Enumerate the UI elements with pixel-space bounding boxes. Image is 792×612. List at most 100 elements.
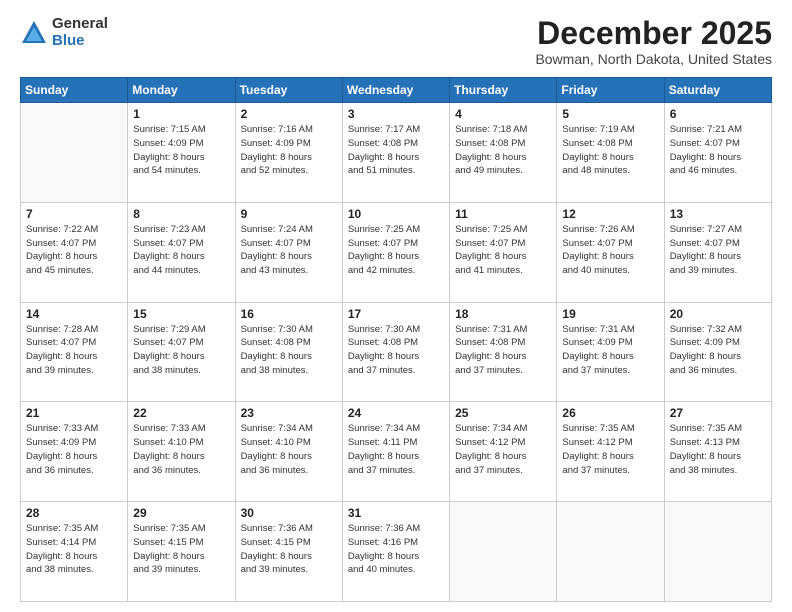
weekday-header-sunday: Sunday: [21, 78, 128, 103]
day-info: Sunrise: 7:36 AM Sunset: 4:15 PM Dayligh…: [241, 522, 337, 577]
day-cell: 7 Sunrise: 7:22 AM Sunset: 4:07 PM Daylig…: [21, 202, 128, 302]
day-cell: 2 Sunrise: 7:16 AM Sunset: 4:09 PM Daylig…: [235, 103, 342, 203]
title-block: December 2025 Bowman, North Dakota, Unit…: [535, 16, 772, 67]
day-cell: 18 Sunrise: 7:31 AM Sunset: 4:08 PM Dayli…: [450, 302, 557, 402]
day-info: Sunrise: 7:31 AM Sunset: 4:09 PM Dayligh…: [562, 323, 658, 378]
weekday-header-tuesday: Tuesday: [235, 78, 342, 103]
day-cell: 16 Sunrise: 7:30 AM Sunset: 4:08 PM Dayli…: [235, 302, 342, 402]
day-cell: [450, 502, 557, 602]
day-number: 21: [26, 406, 122, 420]
day-info: Sunrise: 7:34 AM Sunset: 4:11 PM Dayligh…: [348, 422, 444, 477]
day-cell: 4Sunrise: 7:18 AM Sunset: 4:08 PM Daylig…: [450, 103, 557, 203]
week-row-4: 21 Sunrise: 7:33 AM Sunset: 4:09 PM Dayli…: [21, 402, 772, 502]
day-cell: 11 Sunrise: 7:25 AM Sunset: 4:07 PM Dayli…: [450, 202, 557, 302]
day-number: 3: [348, 107, 444, 121]
day-info: Sunrise: 7:33 AM Sunset: 4:10 PM Dayligh…: [133, 422, 229, 477]
day-cell: 6Sunrise: 7:21 AM Sunset: 4:07 PM Daylig…: [664, 103, 771, 203]
day-number: 9: [241, 207, 337, 221]
day-info: Sunrise: 7:35 AM Sunset: 4:14 PM Dayligh…: [26, 522, 122, 577]
day-cell: 26Sunrise: 7:35 AM Sunset: 4:12 PM Dayli…: [557, 402, 664, 502]
day-info: Sunrise: 7:29 AM Sunset: 4:07 PM Dayligh…: [133, 323, 229, 378]
day-number: 5: [562, 107, 658, 121]
location: Bowman, North Dakota, United States: [535, 51, 772, 67]
day-cell: 31 Sunrise: 7:36 AM Sunset: 4:16 PM Dayli…: [342, 502, 449, 602]
week-row-1: 1 Sunrise: 7:15 AM Sunset: 4:09 PM Daylig…: [21, 103, 772, 203]
day-cell: 9 Sunrise: 7:24 AM Sunset: 4:07 PM Daylig…: [235, 202, 342, 302]
day-info: Sunrise: 7:34 AM Sunset: 4:10 PM Dayligh…: [241, 422, 337, 477]
day-cell: 14 Sunrise: 7:28 AM Sunset: 4:07 PM Dayli…: [21, 302, 128, 402]
day-cell: 12Sunrise: 7:26 AM Sunset: 4:07 PM Dayli…: [557, 202, 664, 302]
day-info: Sunrise: 7:16 AM Sunset: 4:09 PM Dayligh…: [241, 123, 337, 178]
page: General Blue December 2025 Bowman, North…: [0, 0, 792, 612]
day-number: 11: [455, 207, 551, 221]
day-number: 7: [26, 207, 122, 221]
day-info: Sunrise: 7:19 AM Sunset: 4:08 PM Dayligh…: [562, 123, 658, 178]
calendar-table: SundayMondayTuesdayWednesdayThursdayFrid…: [20, 77, 772, 602]
day-info: Sunrise: 7:25 AM Sunset: 4:07 PM Dayligh…: [348, 223, 444, 278]
day-info: Sunrise: 7:25 AM Sunset: 4:07 PM Dayligh…: [455, 223, 551, 278]
day-cell: 5 Sunrise: 7:19 AM Sunset: 4:08 PM Daylig…: [557, 103, 664, 203]
header: General Blue December 2025 Bowman, North…: [20, 16, 772, 67]
day-number: 2: [241, 107, 337, 121]
day-cell: 10 Sunrise: 7:25 AM Sunset: 4:07 PM Dayli…: [342, 202, 449, 302]
week-row-5: 28 Sunrise: 7:35 AM Sunset: 4:14 PM Dayli…: [21, 502, 772, 602]
day-number: 10: [348, 207, 444, 221]
day-number: 29: [133, 506, 229, 520]
day-number: 20: [670, 307, 766, 321]
day-info: Sunrise: 7:33 AM Sunset: 4:09 PM Dayligh…: [26, 422, 122, 477]
day-number: 8: [133, 207, 229, 221]
week-row-3: 14 Sunrise: 7:28 AM Sunset: 4:07 PM Dayli…: [21, 302, 772, 402]
day-number: 1: [133, 107, 229, 121]
day-cell: 21 Sunrise: 7:33 AM Sunset: 4:09 PM Dayli…: [21, 402, 128, 502]
day-cell: 24 Sunrise: 7:34 AM Sunset: 4:11 PM Dayli…: [342, 402, 449, 502]
day-cell: [664, 502, 771, 602]
day-info: Sunrise: 7:28 AM Sunset: 4:07 PM Dayligh…: [26, 323, 122, 378]
day-cell: 19Sunrise: 7:31 AM Sunset: 4:09 PM Dayli…: [557, 302, 664, 402]
day-cell: [21, 103, 128, 203]
day-info: Sunrise: 7:30 AM Sunset: 4:08 PM Dayligh…: [348, 323, 444, 378]
weekday-header-wednesday: Wednesday: [342, 78, 449, 103]
day-cell: [557, 502, 664, 602]
day-info: Sunrise: 7:26 AM Sunset: 4:07 PM Dayligh…: [562, 223, 658, 278]
day-cell: 27Sunrise: 7:35 AM Sunset: 4:13 PM Dayli…: [664, 402, 771, 502]
day-info: Sunrise: 7:24 AM Sunset: 4:07 PM Dayligh…: [241, 223, 337, 278]
day-number: 28: [26, 506, 122, 520]
day-cell: 15 Sunrise: 7:29 AM Sunset: 4:07 PM Dayli…: [128, 302, 235, 402]
day-number: 27: [670, 406, 766, 420]
day-info: Sunrise: 7:18 AM Sunset: 4:08 PM Dayligh…: [455, 123, 551, 178]
logo-general: General: [52, 16, 108, 33]
day-info: Sunrise: 7:17 AM Sunset: 4:08 PM Dayligh…: [348, 123, 444, 178]
weekday-header-saturday: Saturday: [664, 78, 771, 103]
day-info: Sunrise: 7:31 AM Sunset: 4:08 PM Dayligh…: [455, 323, 551, 378]
day-info: Sunrise: 7:36 AM Sunset: 4:16 PM Dayligh…: [348, 522, 444, 577]
day-info: Sunrise: 7:15 AM Sunset: 4:09 PM Dayligh…: [133, 123, 229, 178]
day-number: 25: [455, 406, 551, 420]
logo-text: General Blue: [52, 16, 108, 49]
day-number: 13: [670, 207, 766, 221]
week-row-2: 7 Sunrise: 7:22 AM Sunset: 4:07 PM Daylig…: [21, 202, 772, 302]
day-cell: 30 Sunrise: 7:36 AM Sunset: 4:15 PM Dayli…: [235, 502, 342, 602]
day-number: 16: [241, 307, 337, 321]
day-cell: 23 Sunrise: 7:34 AM Sunset: 4:10 PM Dayli…: [235, 402, 342, 502]
day-number: 31: [348, 506, 444, 520]
day-number: 30: [241, 506, 337, 520]
day-info: Sunrise: 7:27 AM Sunset: 4:07 PM Dayligh…: [670, 223, 766, 278]
logo-icon: [20, 19, 48, 47]
day-cell: 8 Sunrise: 7:23 AM Sunset: 4:07 PM Daylig…: [128, 202, 235, 302]
day-number: 24: [348, 406, 444, 420]
day-info: Sunrise: 7:22 AM Sunset: 4:07 PM Dayligh…: [26, 223, 122, 278]
day-info: Sunrise: 7:30 AM Sunset: 4:08 PM Dayligh…: [241, 323, 337, 378]
day-number: 15: [133, 307, 229, 321]
day-info: Sunrise: 7:23 AM Sunset: 4:07 PM Dayligh…: [133, 223, 229, 278]
weekday-header-thursday: Thursday: [450, 78, 557, 103]
day-number: 6: [670, 107, 766, 121]
logo: General Blue: [20, 16, 108, 49]
day-cell: 22Sunrise: 7:33 AM Sunset: 4:10 PM Dayli…: [128, 402, 235, 502]
day-number: 17: [348, 307, 444, 321]
weekday-header-monday: Monday: [128, 78, 235, 103]
day-cell: 3 Sunrise: 7:17 AM Sunset: 4:08 PM Daylig…: [342, 103, 449, 203]
day-number: 14: [26, 307, 122, 321]
day-number: 18: [455, 307, 551, 321]
day-number: 23: [241, 406, 337, 420]
day-cell: 1 Sunrise: 7:15 AM Sunset: 4:09 PM Daylig…: [128, 103, 235, 203]
